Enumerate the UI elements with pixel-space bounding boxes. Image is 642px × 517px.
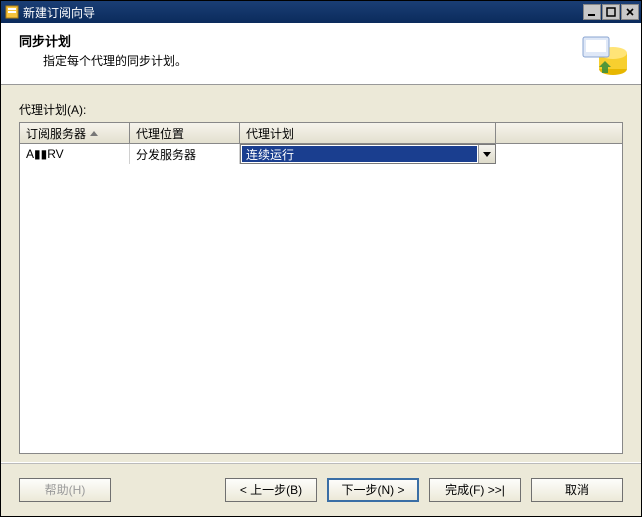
grid-header: 订阅服务器 代理位置 代理计划 — [20, 123, 622, 144]
close-button[interactable] — [621, 4, 639, 20]
grid-label: 代理计划(A): — [19, 101, 623, 118]
wizard-footer: 帮助(H) < 上一步(B) 下一步(N) > 完成(F) >>| 取消 — [1, 462, 641, 516]
next-button[interactable]: 下一步(N) > — [327, 478, 419, 502]
cell-agent-location: 分发服务器 — [130, 144, 240, 164]
dropdown-button[interactable] — [478, 145, 495, 163]
column-header-agent-location-text: 代理位置 — [136, 125, 184, 142]
column-header-filler — [496, 123, 622, 143]
column-header-agent-schedule-text: 代理计划 — [246, 125, 294, 142]
chevron-down-icon — [483, 152, 491, 157]
table-row[interactable]: A▮▮RV 分发服务器 连续运行 — [20, 144, 622, 164]
column-header-subscriber-text: 订阅服务器 — [26, 125, 86, 142]
cell-agent-schedule: 连续运行 — [240, 144, 496, 164]
back-button[interactable]: < 上一步(B) — [225, 478, 317, 502]
finish-button[interactable]: 完成(F) >>| — [429, 478, 521, 502]
cell-subscriber: A▮▮RV — [20, 144, 130, 164]
column-header-agent-schedule[interactable]: 代理计划 — [240, 123, 496, 143]
schedule-dropdown-value: 连续运行 — [242, 146, 477, 162]
sort-ascending-icon — [90, 131, 98, 136]
grid-body: A▮▮RV 分发服务器 连续运行 — [20, 144, 622, 453]
help-button[interactable]: 帮助(H) — [19, 478, 111, 502]
app-icon — [5, 5, 19, 19]
titlebar: 新建订阅向导 — [1, 1, 641, 23]
wizard-banner: 同步计划 指定每个代理的同步计划。 — [1, 23, 641, 85]
wizard-window: 新建订阅向导 同步计划 指定每个代理的同步计划。 — [0, 0, 642, 517]
schedule-grid: 订阅服务器 代理位置 代理计划 A▮▮RV 分发服务器 连续运行 — [19, 122, 623, 454]
banner-title: 同步计划 — [19, 31, 581, 50]
maximize-button[interactable] — [602, 4, 620, 20]
window-title: 新建订阅向导 — [23, 4, 583, 21]
content-area: 代理计划(A): 订阅服务器 代理位置 代理计划 A▮▮RV 分发服务器 — [1, 85, 641, 462]
column-header-agent-location[interactable]: 代理位置 — [130, 123, 240, 143]
column-header-subscriber[interactable]: 订阅服务器 — [20, 123, 130, 143]
schedule-dropdown[interactable]: 连续运行 — [240, 144, 496, 164]
window-buttons — [583, 4, 639, 20]
banner-subtitle: 指定每个代理的同步计划。 — [19, 52, 581, 69]
cancel-button[interactable]: 取消 — [531, 478, 623, 502]
wizard-decorative-icon — [581, 31, 629, 79]
minimize-button[interactable] — [583, 4, 601, 20]
